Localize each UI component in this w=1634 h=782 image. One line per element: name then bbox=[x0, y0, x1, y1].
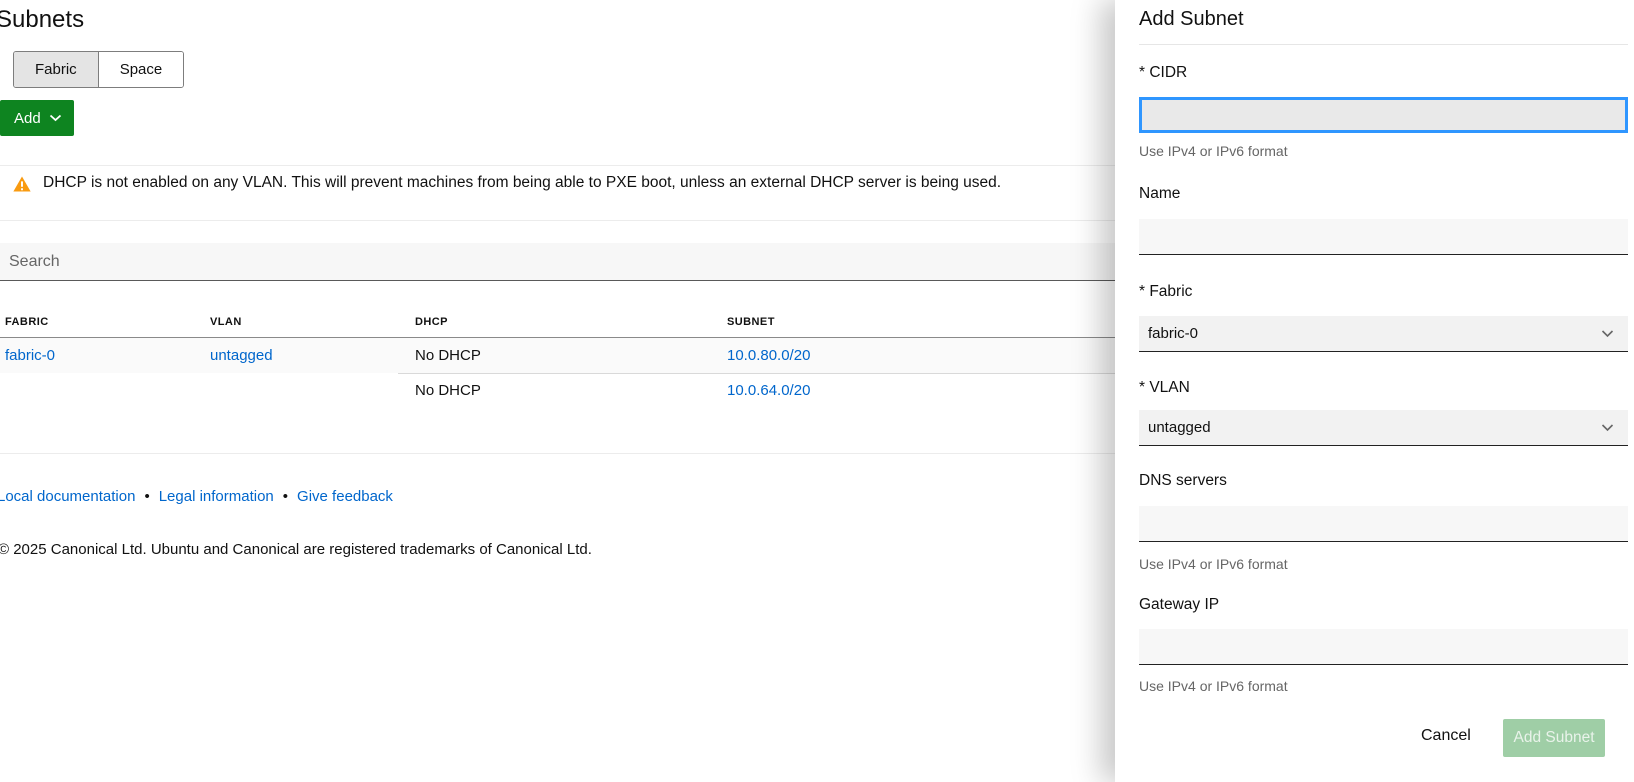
column-header-subnet: SUBNET bbox=[727, 316, 775, 328]
footer-links: Local documentation • Legal information … bbox=[0, 488, 393, 505]
table-row: fabric-0 untagged No DHCP 10.0.80.0/20 bbox=[0, 338, 1120, 373]
fabric-label: * Fabric bbox=[1139, 283, 1192, 301]
cidr-label: * CIDR bbox=[1139, 64, 1187, 82]
vlan-select[interactable]: untagged bbox=[1139, 410, 1628, 446]
chevron-down-icon bbox=[1601, 329, 1614, 338]
fabric-select-value: fabric-0 bbox=[1148, 325, 1198, 342]
table-header-row: FABRIC VLAN DHCP SUBNET bbox=[0, 303, 1120, 338]
subnet-link[interactable]: 10.0.80.0/20 bbox=[727, 338, 810, 373]
subnets-page: Subnets Fabric Space Add DHCP is not ena… bbox=[0, 0, 1120, 782]
maas-subnets-screen: Subnets Fabric Space Add DHCP is not ena… bbox=[0, 0, 1634, 782]
vlan-label: * VLAN bbox=[1139, 379, 1190, 397]
add-subnet-panel: Add Subnet * CIDR Use IPv4 or IPv6 forma… bbox=[1115, 0, 1634, 782]
dns-servers-input[interactable] bbox=[1139, 506, 1628, 542]
column-header-dhcp: DHCP bbox=[415, 316, 448, 328]
legal-information-link[interactable]: Legal information bbox=[159, 488, 274, 505]
page-title: Subnets bbox=[0, 6, 84, 34]
cidr-help-text: Use IPv4 or IPv6 format bbox=[1139, 143, 1288, 159]
copyright-text: © 2025 Canonical Ltd. Ubuntu and Canonic… bbox=[0, 541, 592, 558]
warning-text: DHCP is not enabled on any VLAN. This wi… bbox=[43, 174, 1001, 192]
dns-help-text: Use IPv4 or IPv6 format bbox=[1139, 556, 1288, 572]
gateway-ip-label: Gateway IP bbox=[1139, 596, 1219, 614]
column-header-fabric: FABRIC bbox=[5, 316, 49, 328]
column-header-vlan: VLAN bbox=[210, 316, 242, 328]
vlan-select-value: untagged bbox=[1148, 419, 1211, 436]
warning-icon bbox=[13, 176, 31, 192]
cancel-button[interactable]: Cancel bbox=[1411, 721, 1481, 751]
group-by-toggle: Fabric Space bbox=[13, 51, 184, 88]
subnet-link[interactable]: 10.0.64.0/20 bbox=[727, 373, 810, 408]
divider bbox=[1139, 44, 1628, 45]
table-row: No DHCP 10.0.64.0/20 bbox=[0, 373, 1120, 408]
dns-servers-label: DNS servers bbox=[1139, 472, 1227, 490]
divider bbox=[0, 453, 1120, 454]
gateway-ip-input[interactable] bbox=[1139, 629, 1628, 665]
gateway-help-text: Use IPv4 or IPv6 format bbox=[1139, 678, 1288, 694]
chevron-down-icon bbox=[1601, 423, 1614, 432]
add-button-label: Add bbox=[14, 110, 41, 127]
divider bbox=[0, 220, 1120, 221]
toggle-fabric[interactable]: Fabric bbox=[14, 52, 98, 87]
bullet-separator: • bbox=[283, 488, 288, 505]
give-feedback-link[interactable]: Give feedback bbox=[297, 488, 393, 505]
search-input[interactable] bbox=[0, 243, 1120, 281]
add-subnet-submit-button[interactable]: Add Subnet bbox=[1503, 719, 1605, 757]
cidr-input[interactable] bbox=[1139, 97, 1628, 133]
vlan-link[interactable]: untagged bbox=[210, 338, 273, 373]
local-documentation-link[interactable]: Local documentation bbox=[0, 488, 135, 505]
divider bbox=[0, 165, 1120, 166]
dhcp-warning-banner: DHCP is not enabled on any VLAN. This wi… bbox=[13, 174, 1001, 192]
add-button[interactable]: Add bbox=[0, 100, 74, 136]
dhcp-status: No DHCP bbox=[415, 373, 481, 408]
name-input[interactable] bbox=[1139, 219, 1628, 255]
bullet-separator: • bbox=[144, 488, 149, 505]
fabric-link[interactable]: fabric-0 bbox=[5, 338, 55, 373]
chevron-down-icon bbox=[49, 114, 62, 122]
toggle-space[interactable]: Space bbox=[98, 52, 184, 87]
dhcp-status: No DHCP bbox=[415, 338, 481, 373]
name-label: Name bbox=[1139, 185, 1180, 203]
fabric-select[interactable]: fabric-0 bbox=[1139, 316, 1628, 352]
panel-title: Add Subnet bbox=[1139, 8, 1244, 31]
